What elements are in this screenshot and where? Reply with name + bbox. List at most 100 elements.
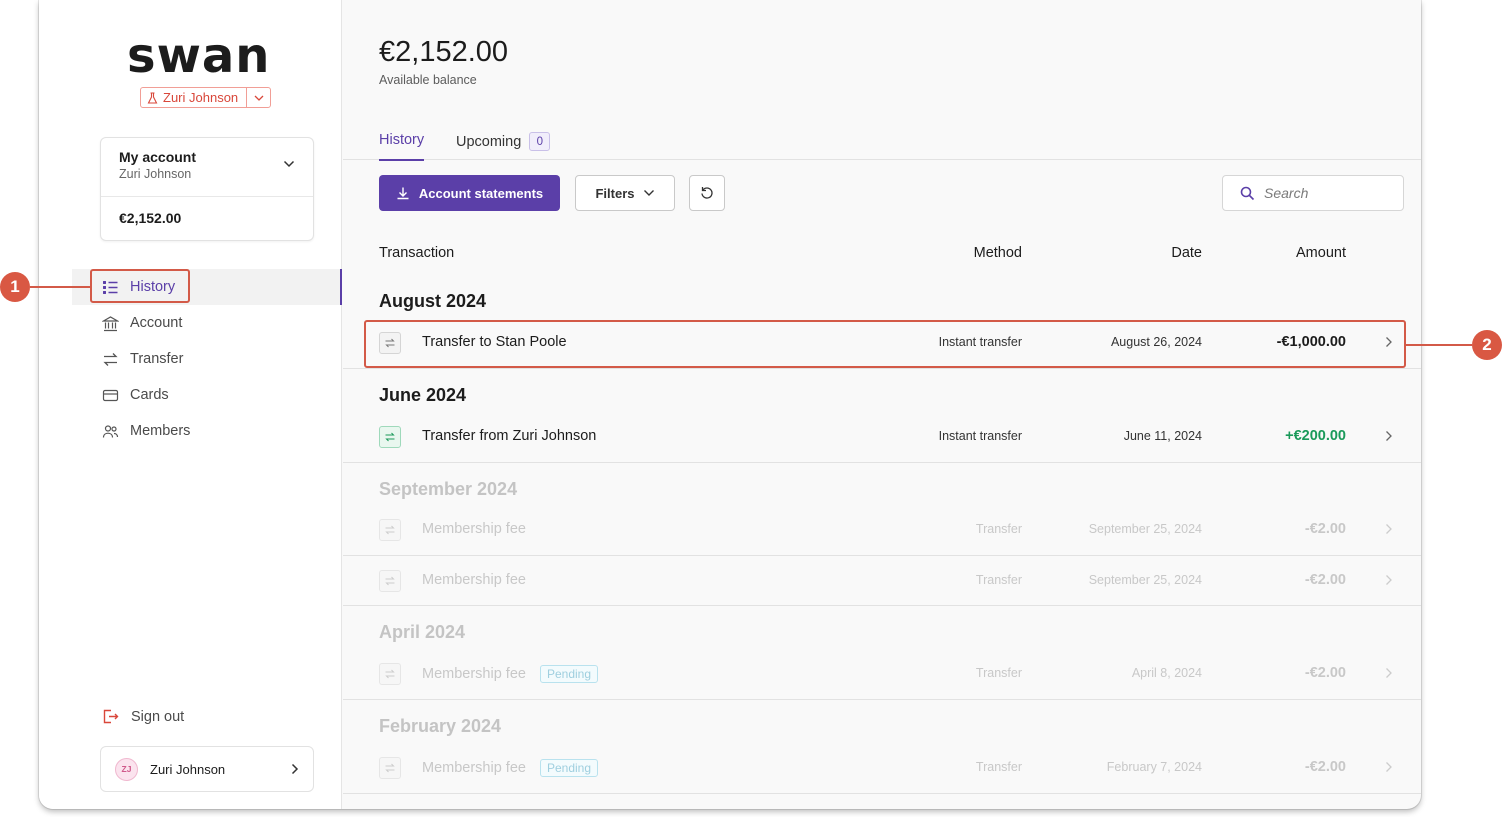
sidebar-item-label: Account xyxy=(130,315,183,331)
column-header-date[interactable]: Date xyxy=(1171,245,1202,261)
account-statements-button[interactable]: Account statements xyxy=(379,175,560,211)
group-title: August 2024 xyxy=(379,291,487,311)
column-header-amount[interactable]: Amount xyxy=(1296,245,1346,261)
table-row[interactable]: Membership fee Pending Transfer February… xyxy=(343,744,1421,792)
project-name[interactable]: Zuri Johnson xyxy=(141,88,248,107)
sign-out-icon xyxy=(103,709,119,724)
members-icon xyxy=(102,424,119,438)
transaction-method: Transfer xyxy=(975,573,1022,587)
transaction-method: Transfer xyxy=(975,666,1022,680)
transaction-amount: +€200.00 xyxy=(1285,428,1346,444)
callout-highlight-transaction xyxy=(364,320,1406,368)
account-selector-header[interactable]: My account Zuri Johnson xyxy=(101,138,313,197)
account-statements-label: Account statements xyxy=(418,185,544,201)
sidebar-item-members[interactable]: Members xyxy=(72,413,342,449)
project-name-label: Zuri Johnson xyxy=(163,90,239,105)
chevron-right-icon xyxy=(1386,524,1392,534)
transfer-icon xyxy=(379,663,401,685)
divider xyxy=(343,555,1421,556)
divider xyxy=(343,462,1421,463)
table-row[interactable]: Transfer from Zuri Johnson Instant trans… xyxy=(343,413,1421,461)
flask-icon xyxy=(147,91,158,104)
group-title: February 2024 xyxy=(379,716,502,736)
sidebar: swan Zuri Johnson My account Zuri Johnso… xyxy=(39,0,342,809)
transaction-method: Transfer xyxy=(975,760,1022,774)
tabs: History Upcoming 0 xyxy=(343,126,1421,161)
tab-upcoming[interactable]: Upcoming 0 xyxy=(456,132,551,151)
sidebar-item-label: Transfer xyxy=(130,351,184,367)
column-header-transaction[interactable]: Transaction xyxy=(379,245,454,261)
account-selector[interactable]: My account Zuri Johnson €2,152.00 xyxy=(100,137,314,241)
refresh-button[interactable] xyxy=(689,175,725,211)
tab-upcoming-label: Upcoming xyxy=(456,133,522,150)
transaction-label: Membership fee xyxy=(422,666,526,682)
sign-out-label: Sign out xyxy=(131,708,185,725)
group-title: April 2024 xyxy=(379,622,466,642)
transaction-amount: -€2.00 xyxy=(1304,759,1346,775)
callout-connector xyxy=(30,286,91,288)
refresh-icon xyxy=(701,187,713,199)
transaction-date: September 25, 2024 xyxy=(1088,573,1202,587)
group-title: September 2024 xyxy=(379,479,518,499)
chevron-right-icon xyxy=(1386,431,1392,441)
transaction-label: Membership fee xyxy=(422,760,526,776)
table-row[interactable]: Membership fee Pending Transfer April 8,… xyxy=(343,650,1421,698)
chevron-right-icon xyxy=(1386,575,1392,585)
chevron-right-icon xyxy=(1386,762,1392,772)
transaction-date: February 7, 2024 xyxy=(1106,760,1202,774)
search-field[interactable] xyxy=(1222,175,1404,211)
divider xyxy=(343,699,1421,700)
user-name: Zuri Johnson xyxy=(150,761,226,777)
pending-badge: Pending xyxy=(539,665,599,683)
column-header-method[interactable]: Method xyxy=(974,245,1022,261)
transaction-method: Transfer xyxy=(975,522,1022,536)
sidebar-item-account[interactable]: Account xyxy=(72,305,342,341)
sign-out-button[interactable]: Sign out xyxy=(102,708,184,725)
sidebar-item-transfer[interactable]: Transfer xyxy=(72,341,342,377)
transaction-label: Membership fee xyxy=(422,521,526,537)
transaction-label: Transfer from Zuri Johnson xyxy=(422,428,597,444)
transaction-date: September 25, 2024 xyxy=(1088,522,1202,536)
app-window: swan Zuri Johnson My account Zuri Johnso… xyxy=(39,0,1421,809)
tab-history-label: History xyxy=(379,132,425,148)
transfer-icon xyxy=(379,519,401,541)
callout-highlight-history xyxy=(90,269,190,303)
download-icon xyxy=(397,187,409,200)
transfer-icon xyxy=(379,570,401,592)
sidebar-item-label: Cards xyxy=(130,387,169,403)
account-holder: Zuri Johnson xyxy=(119,167,192,181)
table-row[interactable]: Membership fee Transfer September 25, 20… xyxy=(343,557,1421,605)
transaction-label: Membership fee xyxy=(422,572,526,588)
callout-number-1: 1 xyxy=(0,272,30,302)
transfer-icon xyxy=(379,426,401,448)
available-balance: €2,152.00 xyxy=(379,36,509,68)
project-dropdown-button[interactable] xyxy=(247,88,270,107)
filters-button[interactable]: Filters xyxy=(575,175,675,211)
chevron-right-icon xyxy=(291,763,299,775)
available-balance-label: Available balance xyxy=(379,73,477,87)
upcoming-count-badge: 0 xyxy=(529,132,551,151)
search-input[interactable] xyxy=(1264,185,1394,201)
filters-label: Filters xyxy=(595,185,635,201)
card-icon xyxy=(102,389,119,401)
search-icon xyxy=(1240,186,1255,200)
group-title: June 2024 xyxy=(379,385,467,405)
account-name: My account xyxy=(119,149,197,165)
sidebar-item-cards[interactable]: Cards xyxy=(72,377,342,413)
transfer-arrows-icon xyxy=(103,352,118,366)
bank-icon xyxy=(102,315,119,331)
transaction-amount: -€2.00 xyxy=(1304,572,1346,588)
divider xyxy=(343,793,1421,794)
transaction-method: Instant transfer xyxy=(938,429,1022,443)
transfer-icon xyxy=(379,757,401,779)
chevron-down-icon xyxy=(283,160,295,168)
project-switcher[interactable]: Zuri Johnson xyxy=(140,87,272,108)
avatar: ZJ xyxy=(115,757,138,781)
account-balance: €2,152.00 xyxy=(119,210,182,226)
transaction-amount: -€2.00 xyxy=(1304,521,1346,537)
sidebar-item-label: Members xyxy=(130,423,191,439)
tab-history[interactable]: History xyxy=(379,132,425,161)
transaction-date: June 11, 2024 xyxy=(1123,429,1202,443)
table-row[interactable]: Membership fee Transfer September 25, 20… xyxy=(343,506,1421,554)
user-profile-button[interactable]: ZJ Zuri Johnson xyxy=(100,746,314,792)
